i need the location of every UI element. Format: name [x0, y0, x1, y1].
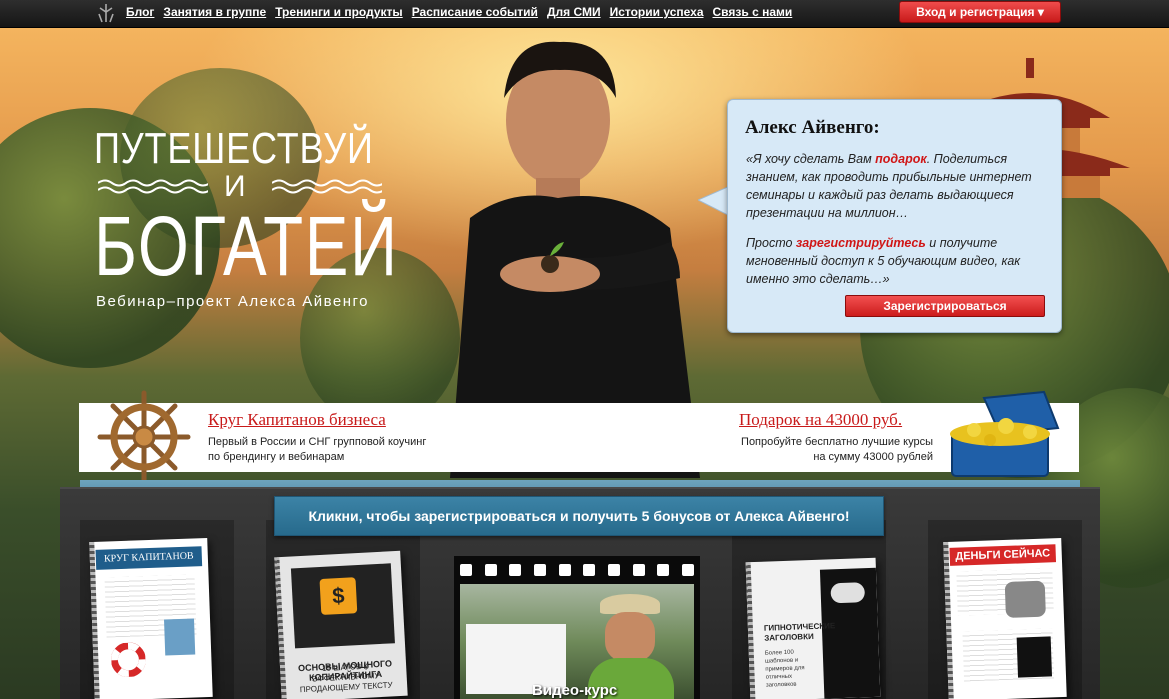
wave-ornament-icon [98, 179, 208, 194]
bonus-book-money-now[interactable]: ДЕНЬГИ СЕЙЧАС [943, 537, 1067, 699]
captains-circle-link[interactable]: Круг Капитанов бизнеса [208, 410, 386, 430]
quote-highlight: подарок [875, 152, 927, 166]
register-button[interactable]: Зарегистрироваться [845, 295, 1045, 317]
quote-highlight: зарегистрируйтесь [795, 236, 926, 250]
gift-link[interactable]: Подарок на 43000 руб. [739, 410, 902, 430]
hat-image [600, 594, 660, 614]
nav-contact[interactable]: Связь с нами [713, 5, 793, 19]
main-nav: Блог Занятия в группе Тренинги и продукт… [126, 5, 792, 19]
nav-blog[interactable]: Блог [126, 5, 154, 19]
book-photo [164, 618, 196, 656]
dollar-key-icon: $ [319, 577, 358, 616]
hero-title-big: БОГАТЕЙ [94, 199, 399, 293]
bonus-book-copywriting[interactable]: $ ОСНОВЫ МОЩНОГО КОПИРАЙТИНГА 15 ШАГОВ К… [274, 550, 408, 699]
nav-success-stories[interactable]: Истории успеха [610, 5, 704, 19]
hand-image [819, 567, 881, 699]
top-nav-bar: Блог Занятия в группе Тренинги и продукт… [0, 0, 1169, 28]
hero-subtitle: Вебинар–проект Алекса Айвенго [96, 293, 370, 310]
logo-icon[interactable] [96, 2, 116, 24]
quote-text: Просто [746, 236, 796, 250]
nav-press[interactable]: Для СМИ [547, 5, 601, 19]
speaker-name: Алекс Айвенго: [745, 117, 880, 138]
wave-ornament-icon [272, 179, 382, 194]
video-course-thumbnail[interactable] [454, 556, 700, 699]
nav-trainings[interactable]: Тренинги и продукты [275, 5, 403, 19]
book-subtitle: 15 ШАГОВ К ЭФФЕКТИВНОМУ ПРОДАЮЩЕМУ ТЕКСТ… [299, 661, 393, 695]
treasure-chest-icon[interactable] [944, 388, 1062, 480]
gift-desc: Попробуйте бесплатно лучшие курсы на сум… [741, 436, 933, 463]
hero-title-top: ПУТЕШЕСТВУЙ [94, 124, 374, 173]
ship-wheel-icon[interactable] [96, 389, 192, 485]
quote-text: «Я хочу сделать Вам [746, 152, 876, 166]
person-image [605, 612, 655, 662]
nav-group-classes[interactable]: Занятия в группе [163, 5, 266, 19]
nav-schedule[interactable]: Расписание событий [412, 5, 538, 19]
quote-bubble: Алекс Айвенго: «Я хочу сделать Вам подар… [727, 99, 1062, 333]
quote-paragraph-1: «Я хочу сделать Вам подарок. Поделиться … [746, 150, 1051, 222]
speech-bubble-tail [698, 186, 730, 216]
book-title: ГИПНОТИЧЕСКИЕ ЗАГОЛОВКИ [763, 621, 836, 643]
bonus-book-captains[interactable]: КРУГ КАПИТАНОВ [89, 537, 213, 699]
login-register-button[interactable]: Вход и регистрация ▾ [899, 1, 1061, 23]
cat-image [1004, 580, 1046, 618]
quote-paragraph-2: Просто зарегистрируйтесь и получите мгно… [746, 234, 1051, 288]
hand-glove-image [830, 582, 866, 604]
book-subtitle: Более 100 шаблонов и примеров для отличн… [764, 649, 805, 689]
keyboard-image: $ [290, 563, 395, 649]
lifebuoy-icon [110, 642, 146, 678]
bonus-ribbon-button[interactable]: Кликни, чтобы зарегистрироваться и получ… [274, 496, 884, 536]
book-title: ДЕНЬГИ СЕЙЧАС [949, 544, 1057, 566]
bonus-book-headlines[interactable]: ГИПНОТИЧЕСКИЕ ЗАГОЛОВКИ Более 100 шаблон… [745, 557, 881, 699]
film-sprocket-holes [460, 564, 694, 576]
captains-circle-desc: Первый в России и СНГ групповой коучинг … [208, 436, 427, 463]
book-title: КРУГ КАПИТАНОВ [95, 546, 203, 570]
video-course-label: Видео-курс [532, 682, 618, 699]
silhouette-image [1016, 636, 1053, 678]
